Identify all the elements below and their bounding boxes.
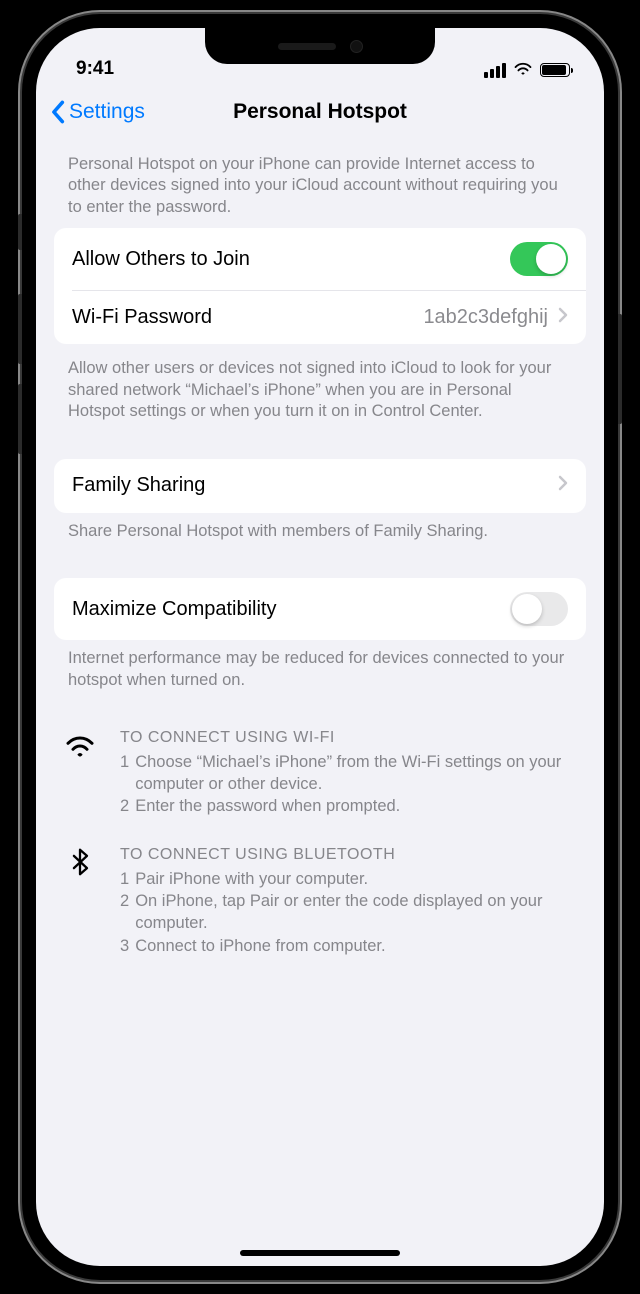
family-sharing-description: Share Personal Hotspot with members of F…	[54, 513, 586, 552]
maximize-compatibility-toggle[interactable]	[510, 592, 568, 626]
wifi-password-value: 1ab2c3defghij	[423, 306, 548, 329]
bluetooth-step-2: On iPhone, tap Pair or enter the code di…	[135, 890, 576, 935]
bluetooth-instructions: TO CONNECT USING BLUETOOTH 1Pair iPhone …	[64, 846, 576, 957]
wifi-instructions: TO CONNECT USING WI-FI 1Choose “Michael’…	[64, 729, 576, 818]
bluetooth-step-3: Connect to iPhone from computer.	[135, 935, 385, 957]
bluetooth-instructions-title: TO CONNECT USING BLUETOOTH	[120, 846, 576, 864]
battery-icon	[540, 63, 570, 77]
navigation-bar: Settings Personal Hotspot	[36, 84, 604, 140]
allow-others-label: Allow Others to Join	[72, 248, 250, 271]
chevron-right-icon	[558, 475, 568, 496]
maximize-compatibility-description: Internet performance may be reduced for …	[54, 640, 586, 701]
wifi-password-row[interactable]: Wi-Fi Password 1ab2c3defghij	[72, 290, 586, 344]
wifi-icon	[64, 729, 98, 818]
allow-others-row[interactable]: Allow Others to Join	[54, 228, 586, 290]
wifi-step-1: Choose “Michael’s iPhone” from the Wi-Fi…	[135, 751, 576, 796]
allow-others-toggle[interactable]	[510, 242, 568, 276]
wifi-password-label: Wi-Fi Password	[72, 306, 212, 329]
chevron-left-icon	[50, 100, 65, 124]
header-description: Personal Hotspot on your iPhone can prov…	[54, 140, 586, 228]
bluetooth-icon	[64, 846, 98, 957]
maximize-compatibility-label: Maximize Compatibility	[72, 598, 277, 621]
family-sharing-label: Family Sharing	[72, 474, 205, 497]
family-sharing-row[interactable]: Family Sharing	[54, 459, 586, 513]
wifi-instructions-title: TO CONNECT USING WI-FI	[120, 729, 576, 747]
cellular-signal-icon	[484, 63, 506, 78]
status-time: 9:41	[76, 58, 114, 80]
allow-others-description: Allow other users or devices not signed …	[54, 344, 586, 432]
maximize-compatibility-row[interactable]: Maximize Compatibility	[54, 578, 586, 640]
wifi-step-2: Enter the password when prompted.	[135, 795, 400, 817]
bluetooth-step-1: Pair iPhone with your computer.	[135, 868, 368, 890]
home-indicator[interactable]	[240, 1250, 400, 1256]
back-button[interactable]: Settings	[50, 100, 145, 124]
wifi-icon	[513, 60, 533, 80]
page-title: Personal Hotspot	[233, 100, 407, 124]
back-label: Settings	[69, 100, 145, 124]
chevron-right-icon	[558, 307, 568, 328]
